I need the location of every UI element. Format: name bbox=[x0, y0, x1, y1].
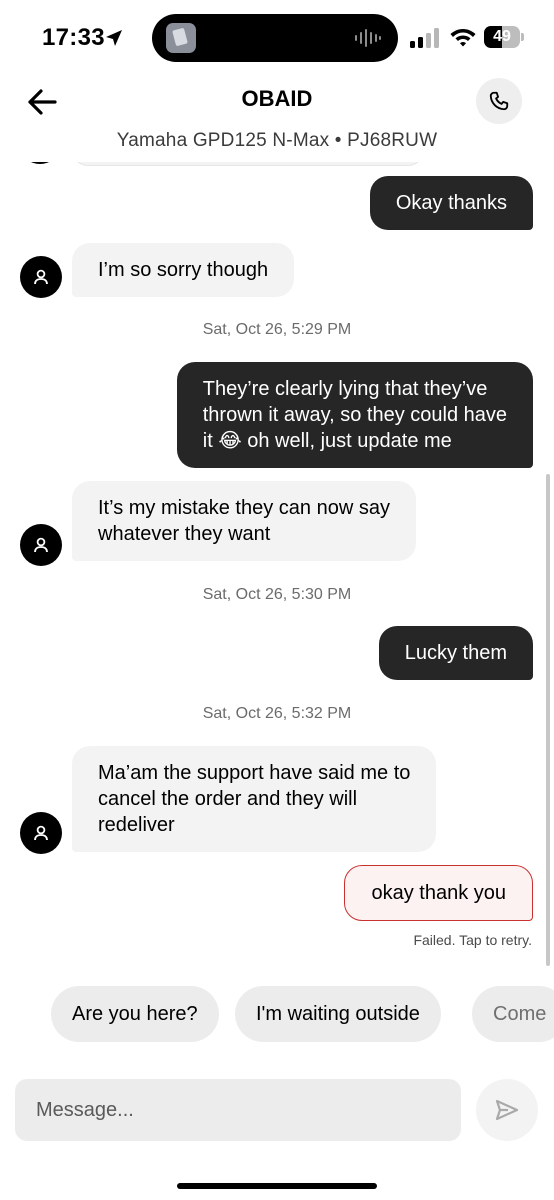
person-icon bbox=[34, 537, 48, 553]
avatar bbox=[20, 524, 62, 566]
message-bubble-outgoing[interactable]: Okay thanks bbox=[369, 176, 533, 230]
avatar bbox=[22, 162, 58, 164]
send-button[interactable] bbox=[476, 1079, 538, 1141]
message-text-line: redeliver bbox=[98, 814, 175, 836]
vehicle-info: Yamaha GPD125 N-Max • PJ68RUW bbox=[116, 130, 438, 151]
message-input[interactable] bbox=[15, 1079, 461, 1141]
message-bubble-outgoing[interactable]: They’re clearly lying that they’ve throw… bbox=[176, 362, 533, 468]
timestamp: Sat, Oct 26, 5:32 PM bbox=[202, 705, 352, 722]
message-text: Lucky them bbox=[404, 642, 507, 664]
status-bar: 17:33 49 bbox=[0, 0, 554, 78]
avatar bbox=[20, 812, 62, 854]
timestamp: Sat, Oct 26, 5:30 PM bbox=[202, 586, 352, 603]
message-text-line: It’s my mistake they can now say bbox=[98, 497, 390, 519]
home-indicator bbox=[177, 1183, 377, 1189]
now-playing-thumbnail bbox=[166, 23, 196, 53]
retry-link[interactable]: Failed. Tap to retry. bbox=[413, 932, 532, 948]
wifi-icon bbox=[450, 29, 476, 47]
message-text-line: whatever they want bbox=[98, 523, 271, 545]
location-arrow-icon bbox=[106, 30, 122, 46]
quick-reply-chip[interactable]: I'm waiting outside bbox=[235, 986, 441, 1042]
message-text: I’m so sorry though bbox=[98, 259, 269, 281]
battery-icon: 49 bbox=[484, 26, 524, 48]
message-bubble-incoming[interactable]: Ma’am the support have said me to cancel… bbox=[72, 746, 437, 852]
waveform-icon bbox=[355, 29, 381, 47]
laughing-emoji-icon: 😂 bbox=[218, 430, 242, 452]
message-bubble-outgoing[interactable]: Lucky them bbox=[378, 626, 533, 680]
contact-name: OBAID bbox=[241, 86, 313, 111]
message-text-line: it 😂 oh well, just update me bbox=[202, 430, 452, 452]
message-list[interactable]: Okay thanks I’m so sorry though Sat, Oct… bbox=[0, 162, 554, 970]
quick-reply-chip[interactable]: Come bbox=[472, 986, 554, 1042]
message-text: okay thank you bbox=[371, 882, 506, 904]
cellular-signal-icon bbox=[410, 28, 439, 48]
message-bubble-incoming[interactable]: It’s my mistake they can now say whateve… bbox=[72, 481, 416, 561]
quick-replies: Are you here? I'm waiting outside Come bbox=[0, 986, 554, 1044]
status-time: 17:33 bbox=[42, 24, 105, 51]
message-text-line: They’re clearly lying that they’ve bbox=[202, 378, 488, 400]
timestamp: Sat, Oct 26, 5:29 PM bbox=[202, 321, 352, 338]
call-button[interactable] bbox=[476, 78, 522, 124]
send-icon bbox=[495, 1099, 519, 1121]
dynamic-island[interactable] bbox=[152, 14, 398, 62]
battery-percent: 49 bbox=[493, 28, 511, 45]
phone-icon bbox=[489, 91, 509, 111]
message-text-line: thrown it away, so they could have bbox=[202, 404, 507, 426]
quick-reply-chip[interactable]: Are you here? bbox=[51, 986, 219, 1042]
avatar bbox=[20, 256, 62, 298]
person-icon bbox=[34, 269, 48, 285]
message-bubble-failed[interactable]: okay thank you bbox=[344, 865, 533, 921]
message-text: Okay thanks bbox=[395, 192, 507, 214]
scrollbar[interactable] bbox=[546, 474, 550, 966]
message-text-line: Ma’am the support have said me to bbox=[98, 762, 411, 784]
message-bubble-incoming[interactable]: I’m so sorry though bbox=[72, 243, 295, 297]
message-bubble-incoming bbox=[72, 162, 424, 166]
person-icon bbox=[34, 825, 48, 841]
message-text-line: cancel the order and they will bbox=[98, 788, 358, 810]
message-composer bbox=[15, 1079, 461, 1141]
